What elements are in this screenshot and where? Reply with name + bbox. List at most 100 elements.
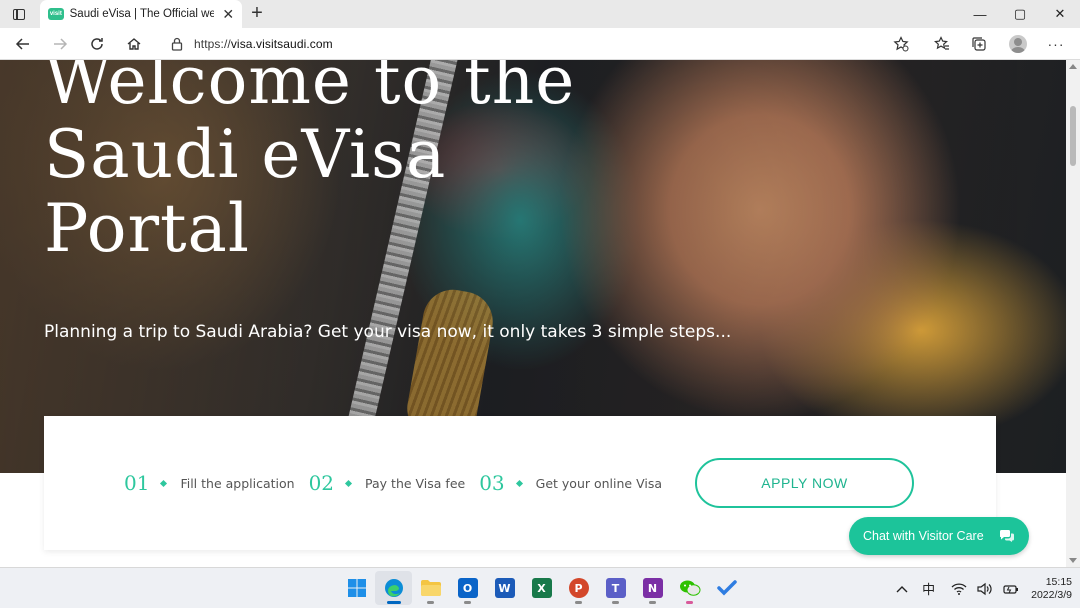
taskbar-onenote[interactable]: N [634,571,671,605]
taskbar-wechat[interactable] [671,571,708,605]
maximize-button[interactable]: ▢ [1000,0,1040,28]
hero-banner: Welcome to the Saudi eVisa Portal Planni… [0,60,1066,473]
excel-icon: X [531,578,552,598]
close-window-button[interactable]: ✕ [1040,0,1080,28]
tab-actions-icon [13,8,25,20]
page-scrollbar[interactable] [1066,60,1080,567]
onenote-icon: N [642,578,663,598]
diamond-bullet-icon [344,479,353,487]
hero-title-line: Welcome to the [44,60,576,119]
chat-bubbles-icon [1000,530,1014,542]
address-bar[interactable]: https://visa.visitsaudi.com [160,31,918,57]
browser-tab-bar: visit Saudi eVisa | The Official website… [0,0,1080,28]
minimize-button[interactable]: — [960,0,1000,28]
step-item: 03 Get your online Visa [479,471,662,495]
home-icon [127,38,141,50]
edge-icon [384,579,403,597]
taskbar-outlook[interactable]: O [449,571,486,605]
collections-button[interactable] [966,32,992,56]
hero-title-line: Saudi eVisa [44,116,447,193]
wifi-button[interactable] [951,582,967,595]
step-item: 02 Pay the Visa fee [309,471,466,495]
running-indicator [464,601,471,604]
diamond-bullet-icon [515,479,523,487]
browser-tab[interactable]: visit Saudi eVisa | The Official website… [40,0,242,28]
refresh-icon [91,38,103,50]
add-favorite-button[interactable] [890,33,912,55]
back-button[interactable] [10,32,36,56]
volume-button[interactable] [977,582,993,596]
speaker-icon [977,582,992,595]
wechat-icon [679,580,700,596]
url-text[interactable]: https://visa.visitsaudi.com [194,37,333,51]
favorites-button[interactable] [929,32,955,56]
ime-indicator[interactable]: 中 [922,579,935,598]
address-toolbar: https://visa.visitsaudi.com ··· [0,28,1080,60]
hero-title: Welcome to the Saudi eVisa Portal [44,60,704,266]
star-add-icon [893,36,909,52]
scrollbar-thumb[interactable] [1070,106,1076,166]
taskbar-powerpoint[interactable]: P [560,571,597,605]
step-label: Fill the application [180,475,295,491]
diamond-bullet-icon [160,479,168,487]
avatar [1009,35,1027,53]
battery-button[interactable] [1003,583,1019,595]
folder-icon [420,580,441,596]
url-scheme: https:// [194,37,231,51]
apply-now-button[interactable]: APPLY NOW [695,458,914,508]
running-indicator [575,601,582,604]
step-label: Pay the Visa fee [365,475,466,491]
step-item: 01 Fill the application [124,471,295,495]
start-button[interactable] [338,571,375,605]
taskbar-word[interactable]: W [486,571,523,605]
chevron-up-icon [896,585,908,592]
clock-time: 15:15 [1045,575,1072,588]
system-tray: 中 15:15 2022/3/9 [886,568,1072,608]
wifi-icon [951,582,967,595]
taskbar-edge[interactable] [375,571,412,605]
favorites-star-icon [934,36,949,50]
windows-taskbar: O W X P T N 中 15:15 2022/3/9 [0,567,1080,608]
todo-checkmark-icon [716,580,737,596]
taskbar-excel[interactable]: X [523,571,560,605]
forward-arrow-icon [54,38,68,50]
step-label: Get your online Visa [535,475,663,491]
tab-title: Saudi eVisa | The Official website [69,8,215,20]
taskbar-todo[interactable] [708,571,745,605]
home-button[interactable] [121,32,147,56]
window-controls: — ▢ ✕ [960,0,1080,28]
tab-close-icon[interactable]: ✕ [220,6,236,22]
word-icon: W [494,578,515,598]
hero-title-line: Portal [44,190,250,267]
step-number: 02 [308,471,335,495]
collections-icon [972,37,986,51]
refresh-button[interactable] [84,32,110,56]
taskbar-teams[interactable]: T [597,571,634,605]
running-indicator [427,601,434,604]
site-favicon-icon: visit [48,8,64,20]
show-hidden-icons-button[interactable] [896,584,908,594]
more-options-button[interactable]: ··· [1043,32,1069,56]
page-viewport: Welcome to the Saudi eVisa Portal Planni… [0,60,1066,567]
lock-icon[interactable] [164,31,190,57]
url-host: visa.visitsaudi.com [230,37,333,51]
scroll-down-arrow-icon[interactable] [1069,558,1077,563]
hero-subtitle: Planning a trip to Saudi Arabia? Get you… [44,322,732,342]
running-indicator [649,601,656,604]
teams-icon: T [605,578,626,598]
step-number: 03 [479,471,505,495]
windows-logo-icon [347,579,366,597]
clock-date: 2022/3/9 [1031,588,1072,601]
tab-actions-button[interactable] [8,4,30,24]
steps-list: 01 Fill the application 02 Pay the Visa … [124,468,676,498]
forward-button[interactable] [47,32,73,56]
scroll-up-arrow-icon[interactable] [1069,64,1077,69]
taskbar-file-explorer[interactable] [412,571,449,605]
profile-button[interactable] [1005,32,1031,56]
chat-button-label: Chat with Visitor Care [863,529,984,543]
clock[interactable]: 15:15 2022/3/9 [1031,576,1072,602]
powerpoint-icon: P [568,578,589,598]
chat-visitor-care-button[interactable]: Chat with Visitor Care [849,517,1029,555]
active-indicator [387,601,401,604]
new-tab-button[interactable]: + [246,3,268,25]
